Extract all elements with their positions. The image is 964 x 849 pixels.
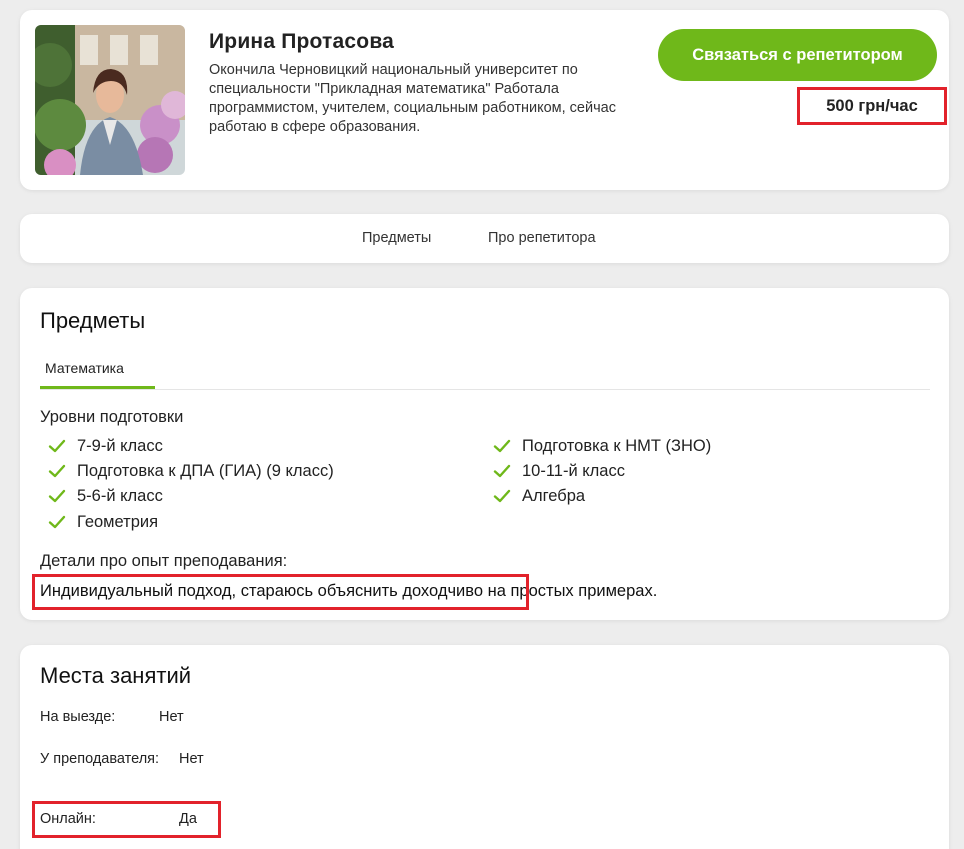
check-icon	[48, 489, 66, 503]
level-item: Подготовка к НМТ (ЗНО)	[492, 436, 711, 456]
check-icon	[48, 464, 66, 478]
highlight-box	[32, 801, 221, 838]
place-value-at-teacher: Нет	[179, 751, 204, 767]
highlight-box	[32, 574, 529, 610]
lesson-places-card: Места занятий На выезде: Нет У преподава…	[20, 645, 949, 849]
tutor-photo	[35, 25, 185, 175]
section-nav: Предметы Про репетитора	[20, 214, 949, 263]
check-icon	[48, 515, 66, 529]
levels-title: Уровни подготовки	[40, 408, 184, 426]
subjects-title: Предметы	[40, 308, 146, 333]
tutor-bio: Окончила Черновицкий национальный универ…	[209, 62, 616, 135]
tab-math[interactable]: Математика	[40, 360, 155, 390]
place-label-at-teacher: У преподавателя:	[40, 751, 160, 767]
subjects-card: Предметы Математика Уровни подготовки 7-…	[20, 288, 949, 620]
check-icon	[493, 464, 511, 478]
level-item: Алгебра	[492, 486, 585, 506]
teaching-details-title: Детали про опыт преподавания:	[40, 552, 288, 570]
nav-link-about-tutor[interactable]: Про репетитора	[488, 230, 596, 246]
tab-divider	[40, 389, 930, 390]
check-icon	[493, 489, 511, 503]
level-item: 5-6-й класс	[47, 486, 163, 506]
contact-tutor-button[interactable]: Связаться с репетитором	[658, 29, 937, 81]
place-label-visit: На выезде:	[40, 709, 116, 725]
level-item: Геометрия	[47, 512, 158, 532]
tutor-profile-card: Ирина Протасова Окончила Черновицкий нац…	[20, 10, 949, 190]
tutor-name: Ирина Протасова	[209, 30, 395, 53]
place-value-visit: Нет	[159, 709, 184, 725]
price-per-hour: 500 грн/час	[797, 87, 947, 125]
level-item: 7-9-й класс	[47, 436, 163, 456]
level-item: Подготовка к ДПА (ГИА) (9 класс)	[47, 461, 334, 481]
level-item: 10-11-й класс	[492, 461, 625, 481]
check-icon	[48, 439, 66, 453]
check-icon	[493, 439, 511, 453]
places-title: Места занятий	[40, 663, 192, 688]
nav-link-subjects[interactable]: Предметы	[362, 230, 431, 246]
